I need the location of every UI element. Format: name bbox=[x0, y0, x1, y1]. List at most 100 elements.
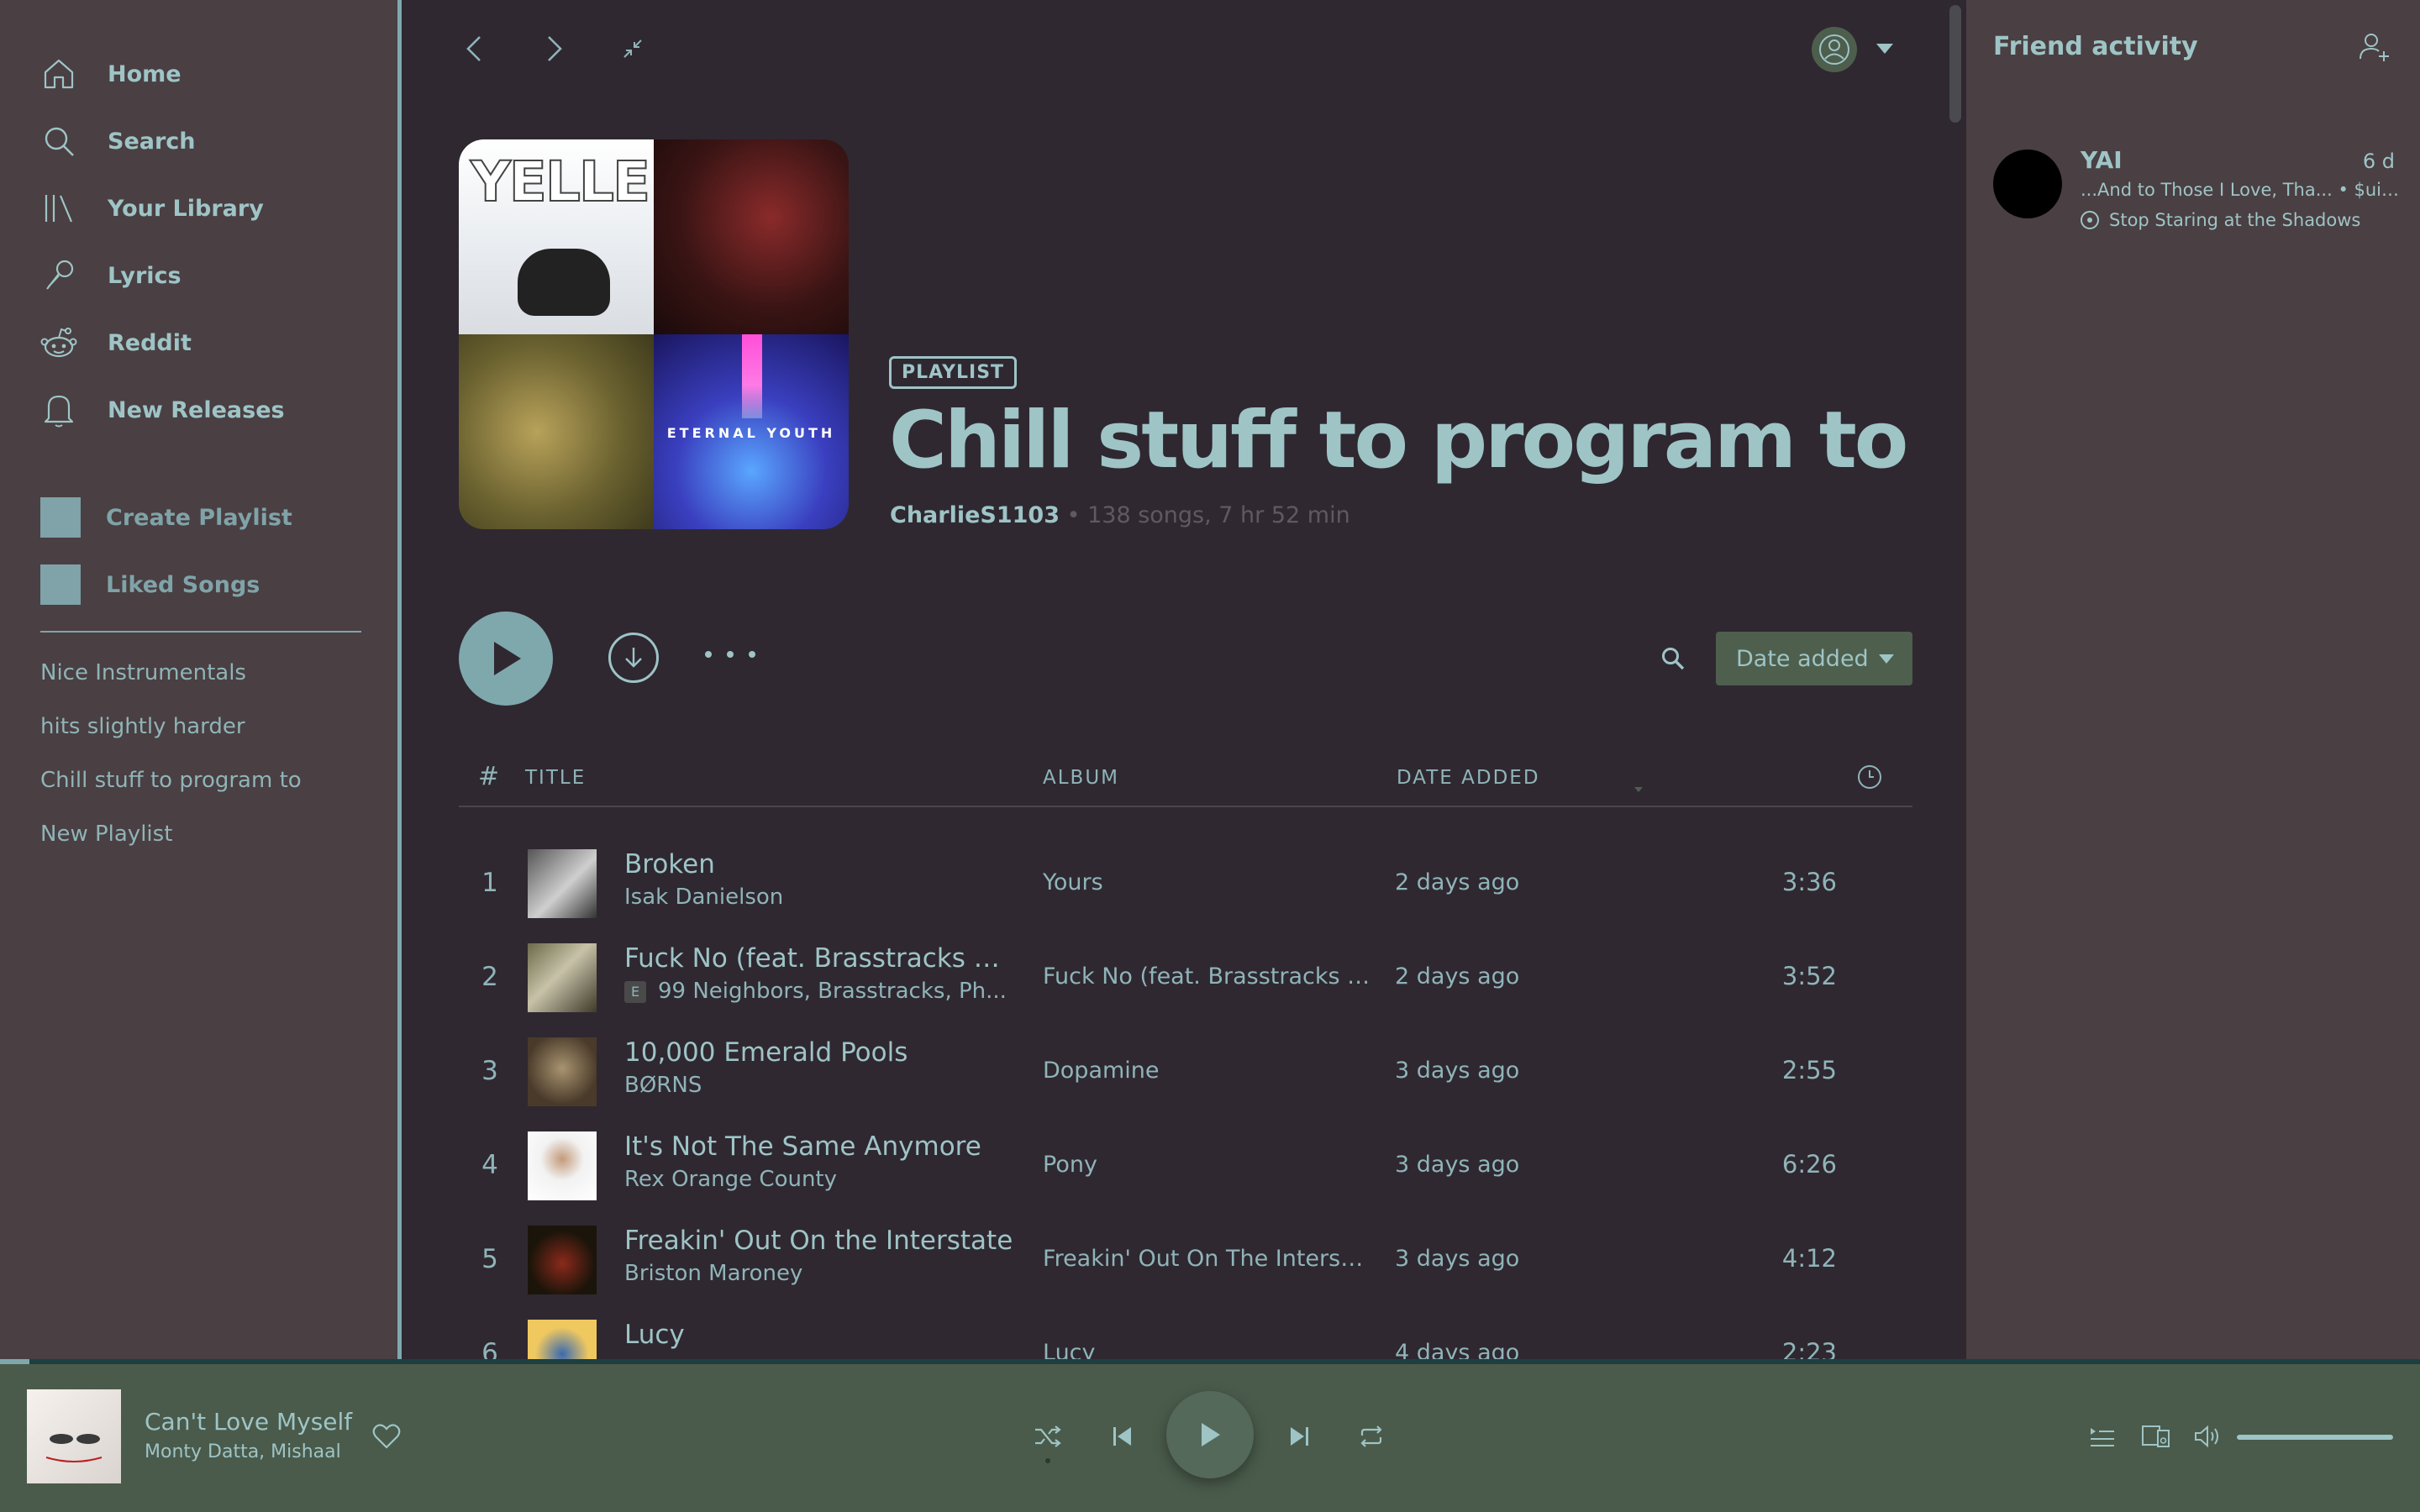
previous-button[interactable] bbox=[1106, 1420, 1139, 1453]
track-date-added: 2 days ago bbox=[1395, 963, 1520, 990]
track-title[interactable]: Freakin' Out On the Interstate bbox=[624, 1226, 1019, 1256]
caret-down-icon bbox=[1879, 654, 1894, 664]
track-row[interactable]: 2 Fuck No (feat. Brasstracks & ... E 99 N… bbox=[459, 932, 1912, 1026]
track-row[interactable]: 1 Broken Isak Danielson Yours 2 days ago… bbox=[459, 837, 1912, 932]
friend-context-label: Stop Staring at the Shadows bbox=[2109, 210, 2361, 230]
sidebar-playlist-new-playlist[interactable]: New Playlist bbox=[40, 822, 172, 847]
liked-songs-button[interactable]: Liked Songs bbox=[40, 561, 260, 608]
track-title[interactable]: Fuck No (feat. Brasstracks & ... bbox=[624, 943, 1019, 974]
track-title[interactable]: Lucy bbox=[624, 1320, 1019, 1350]
header-title[interactable]: TITLE bbox=[525, 767, 586, 789]
sort-dropdown[interactable]: Date added bbox=[1716, 632, 1912, 685]
nav-new-releases[interactable]: New Releases bbox=[40, 386, 285, 433]
track-duration: 2:55 bbox=[1781, 1056, 1837, 1084]
collapse-button[interactable] bbox=[613, 29, 653, 69]
playlist-cover: YELLE ETERNAL YOUTH bbox=[459, 139, 849, 529]
nav-reddit[interactable]: Reddit bbox=[40, 319, 192, 366]
create-playlist-label: Create Playlist bbox=[106, 504, 292, 531]
track-row[interactable]: 3 10,000 Emerald Pools BØRNS Dopamine 3 … bbox=[459, 1026, 1912, 1120]
user-avatar-button[interactable] bbox=[1812, 27, 1857, 72]
track-title[interactable]: 10,000 Emerald Pools bbox=[624, 1037, 1019, 1068]
track-row[interactable]: 6 Lucy Lucy 4 days ago 2:23 bbox=[459, 1308, 1912, 1359]
header-album[interactable]: ALBUM bbox=[1043, 767, 1119, 789]
track-date-added: 3 days ago bbox=[1395, 1152, 1520, 1178]
cover-tile-3 bbox=[459, 334, 654, 529]
devices-button[interactable] bbox=[2139, 1420, 2173, 1453]
play-playlist-button[interactable] bbox=[459, 612, 553, 706]
cover-tile-4: ETERNAL YOUTH bbox=[654, 334, 849, 529]
sort-label: Date added bbox=[1736, 645, 1869, 672]
cover-tile-1: YELLE bbox=[459, 139, 654, 334]
track-album[interactable]: Yours bbox=[1043, 869, 1370, 895]
track-row[interactable]: 5 Freakin' Out On the Interstate Briston… bbox=[459, 1214, 1912, 1308]
repeat-button[interactable] bbox=[1355, 1420, 1388, 1453]
queue-icon bbox=[2091, 1428, 2114, 1446]
friend-avatar[interactable] bbox=[1993, 150, 2062, 218]
track-album[interactable]: Freakin' Out On The Intersta... bbox=[1043, 1246, 1370, 1272]
track-album[interactable]: Pony bbox=[1043, 1152, 1370, 1178]
sidebar-playlist-hits-slightly-harder[interactable]: hits slightly harder bbox=[40, 714, 245, 739]
sidebar-playlist-chill-stuff[interactable]: Chill stuff to program to bbox=[40, 768, 302, 793]
heart-icon[interactable] bbox=[371, 1421, 402, 1452]
track-artist[interactable]: Isak Danielson bbox=[624, 885, 1019, 910]
queue-button[interactable] bbox=[2086, 1420, 2119, 1453]
nav-search-label: Search bbox=[108, 128, 196, 155]
track-row[interactable]: 4 It's Not The Same Anymore Rex Orange C… bbox=[459, 1120, 1912, 1214]
friend-activity-title: Friend activity bbox=[1993, 32, 2198, 61]
sidebar: Home Search Your Library Lyrics Reddit N… bbox=[0, 0, 402, 1359]
next-button[interactable] bbox=[1282, 1420, 1316, 1453]
forward-button[interactable] bbox=[534, 29, 574, 69]
volume-button[interactable] bbox=[2191, 1420, 2225, 1453]
playlist-owner[interactable]: CharlieS1103 bbox=[890, 502, 1060, 528]
track-artist[interactable]: Rex Orange County bbox=[624, 1167, 1019, 1192]
track-number: 1 bbox=[481, 868, 498, 898]
track-title[interactable]: Broken bbox=[624, 849, 1019, 879]
nav-home[interactable]: Home bbox=[40, 50, 182, 97]
track-title[interactable]: It's Not The Same Anymore bbox=[624, 1131, 1019, 1162]
user-menu-caret-icon[interactable] bbox=[1876, 44, 1893, 54]
friend-name[interactable]: YAI bbox=[2081, 146, 2123, 174]
header-date-added[interactable]: DATE ADDED bbox=[1397, 767, 1540, 789]
now-playing-title[interactable]: Can't Love Myself bbox=[145, 1408, 352, 1436]
sidebar-playlist-nice-instrumentals[interactable]: Nice Instrumentals bbox=[40, 660, 246, 685]
repeat-icon bbox=[1360, 1425, 1382, 1447]
album-icon bbox=[2081, 211, 2099, 229]
more-dot-icon bbox=[705, 651, 712, 658]
track-album[interactable]: Fuck No (feat. Brasstracks & ... bbox=[1043, 963, 1370, 990]
friend-context[interactable]: Stop Staring at the Shadows bbox=[2081, 210, 2360, 230]
nav-library[interactable]: Your Library bbox=[40, 185, 264, 232]
track-album[interactable]: Lucy bbox=[1043, 1340, 1370, 1359]
add-friend-button[interactable] bbox=[2358, 30, 2391, 64]
user-icon bbox=[1819, 34, 1849, 65]
now-playing-artwork[interactable] bbox=[27, 1389, 121, 1483]
nav-search[interactable]: Search bbox=[40, 118, 196, 165]
track-artist[interactable]: BØRNS bbox=[624, 1073, 1019, 1098]
microphone-icon bbox=[40, 257, 77, 294]
volume-slider[interactable] bbox=[2237, 1435, 2393, 1440]
download-button[interactable] bbox=[608, 633, 659, 683]
volume-icon bbox=[2195, 1425, 2218, 1448]
create-playlist-button[interactable]: Create Playlist bbox=[40, 494, 292, 541]
now-playing-artist[interactable]: Monty Datta, Mishaal bbox=[145, 1441, 341, 1462]
heart-square-icon bbox=[40, 564, 81, 605]
track-artist[interactable]: 99 Neighbors, Brasstracks, Ph... bbox=[658, 979, 1007, 1004]
play-pause-button[interactable] bbox=[1166, 1391, 1254, 1478]
shuffle-button[interactable] bbox=[1031, 1420, 1065, 1453]
back-button[interactable] bbox=[455, 29, 495, 69]
more-options-button[interactable] bbox=[705, 642, 755, 667]
duration-header-clock-icon[interactable] bbox=[1856, 764, 1883, 795]
skip-forward-icon bbox=[1291, 1427, 1308, 1446]
track-duration: 3:36 bbox=[1781, 868, 1837, 896]
nav-reddit-label: Reddit bbox=[108, 329, 192, 356]
playlist-search-button[interactable] bbox=[1658, 643, 1688, 674]
bell-icon bbox=[40, 391, 77, 428]
nav-lyrics[interactable]: Lyrics bbox=[40, 252, 182, 299]
devices-icon bbox=[2142, 1425, 2170, 1447]
download-arrow-icon bbox=[625, 648, 642, 668]
main-scrollbar[interactable] bbox=[1949, 5, 1961, 123]
sidebar-divider bbox=[40, 631, 361, 633]
track-album[interactable]: Dopamine bbox=[1043, 1058, 1370, 1084]
track-artist[interactable]: Briston Maroney bbox=[624, 1261, 1019, 1286]
add-friend-icon bbox=[2360, 34, 2389, 61]
friend-current-track[interactable]: ...And to Those I Love, Tha... • $uici..… bbox=[2081, 180, 2400, 200]
